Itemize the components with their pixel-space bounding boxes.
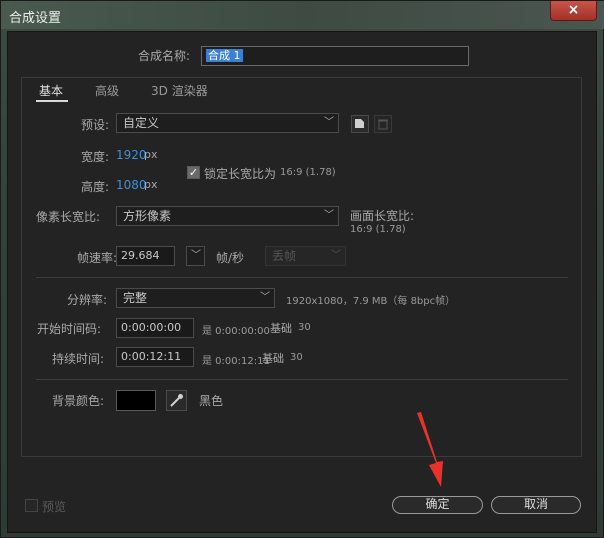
preview-label: 预览 <box>42 500 67 514</box>
background-color-label: 背景颜色: <box>52 394 105 408</box>
duration-base-value: 30 <box>290 352 303 363</box>
height-unit: px <box>144 178 158 191</box>
drop-frame-value: 丢帧 <box>272 249 297 263</box>
lock-aspect-ratio: 16:9 (1.78) <box>280 167 336 178</box>
duration-input[interactable]: 0:00:12:11 <box>116 347 194 367</box>
width-label: 宽度: <box>81 150 110 164</box>
preset-dropdown[interactable]: 自定义 ﹀ <box>116 113 339 133</box>
frame-rate-dropdown[interactable]: ﹀ <box>186 246 205 266</box>
tab-3d-renderer[interactable]: 3D 渲染器 <box>151 82 208 99</box>
frame-rate-label: 帧速率: <box>77 251 118 265</box>
resolution-value: 完整 <box>123 291 148 305</box>
close-button[interactable]: × <box>550 1 597 21</box>
trash-icon <box>378 119 388 130</box>
ok-button-label: 确定 <box>425 497 450 511</box>
start-timecode-base-value: 30 <box>298 322 311 333</box>
pixel-aspect-value: 方形像素 <box>123 209 172 223</box>
eyedropper-button[interactable] <box>166 390 187 411</box>
frame-rate-unit: 帧/秒 <box>216 251 245 265</box>
frame-aspect-label: 画面长宽比: <box>350 209 415 223</box>
preset-value: 自定义 <box>123 116 160 130</box>
save-preset-button[interactable] <box>351 115 369 133</box>
pixel-aspect-label: 像素长宽比: <box>36 210 101 224</box>
resolution-label: 分辨率: <box>67 293 108 307</box>
divider <box>36 277 568 278</box>
preview-checkbox[interactable] <box>25 499 38 512</box>
frame-rate-input[interactable]: 29.684 <box>116 246 175 266</box>
eyedropper-icon <box>170 394 183 407</box>
duration-label: 持续时间: <box>52 352 105 366</box>
duration-base-label: 基础 <box>262 352 284 365</box>
tab-basic[interactable]: 基本 <box>39 82 63 99</box>
width-value[interactable]: 1920 <box>116 148 147 162</box>
drop-frame-dropdown: 丢帧 ﹀ <box>265 246 346 266</box>
comp-name-label: 合成名称: <box>138 49 191 63</box>
resolution-dropdown[interactable]: 完整 ﹀ <box>116 288 275 308</box>
height-label: 高度: <box>81 180 110 194</box>
start-timecode-value: 0:00:00:00 <box>121 321 182 334</box>
ok-button[interactable]: 确定 <box>392 496 483 514</box>
dialog-window: 合成设置 × 合成名称: 合成 1 基本 高级 3D 渲染器 预设: 自定义 ﹀… <box>0 0 604 538</box>
red-arrow-annotation <box>417 412 443 487</box>
chevron-down-icon: ﹀ <box>331 250 341 261</box>
title-bar[interactable]: 合成设置 × <box>1 1 604 29</box>
comp-name-selected-text: 合成 1 <box>206 49 243 62</box>
start-timecode-base-label: 基础 <box>270 322 292 335</box>
chevron-down-icon: ﹀ <box>260 292 270 303</box>
frame-aspect-value: 16:9 (1.78) <box>350 224 406 235</box>
delete-preset-button[interactable] <box>374 115 392 133</box>
lock-aspect-label: 锁定长宽比为 <box>204 167 277 181</box>
window-title: 合成设置 <box>9 11 62 26</box>
duration-is: 是 0:00:12:11 <box>202 356 270 367</box>
divider <box>36 379 568 380</box>
pixel-aspect-dropdown[interactable]: 方形像素 ﹀ <box>116 206 339 226</box>
background-color-name: 黑色 <box>199 394 224 408</box>
chevron-down-icon: ﹀ <box>191 250 201 261</box>
start-timecode-label: 开始时间码: <box>37 322 102 336</box>
cancel-button[interactable]: 取消 <box>491 496 581 514</box>
active-tab-underline <box>36 100 68 102</box>
comp-name-input[interactable]: 合成 1 <box>201 46 469 66</box>
duration-value: 0:00:12:11 <box>121 350 182 363</box>
close-icon: × <box>567 2 580 18</box>
chevron-down-icon: ﹀ <box>324 210 334 221</box>
start-timecode-is: 是 0:00:00:00 <box>202 326 270 337</box>
preset-label: 预设: <box>81 118 110 132</box>
background-color-swatch[interactable] <box>116 390 156 411</box>
height-value[interactable]: 1080 <box>116 178 147 192</box>
chevron-down-icon: ﹀ <box>324 117 334 128</box>
width-unit: px <box>144 148 158 161</box>
frame-rate-value: 29.684 <box>121 249 160 262</box>
start-timecode-input[interactable]: 0:00:00:00 <box>116 318 194 338</box>
new-preset-icon <box>355 119 364 128</box>
lock-aspect-checkbox[interactable]: ✓ <box>187 166 200 179</box>
tab-advanced[interactable]: 高级 <box>95 82 119 99</box>
settings-panel <box>21 77 582 457</box>
cancel-button-label: 取消 <box>523 497 548 511</box>
resolution-info: 1920x1080，7.9 MB（每 8bpc帧） <box>286 296 456 307</box>
